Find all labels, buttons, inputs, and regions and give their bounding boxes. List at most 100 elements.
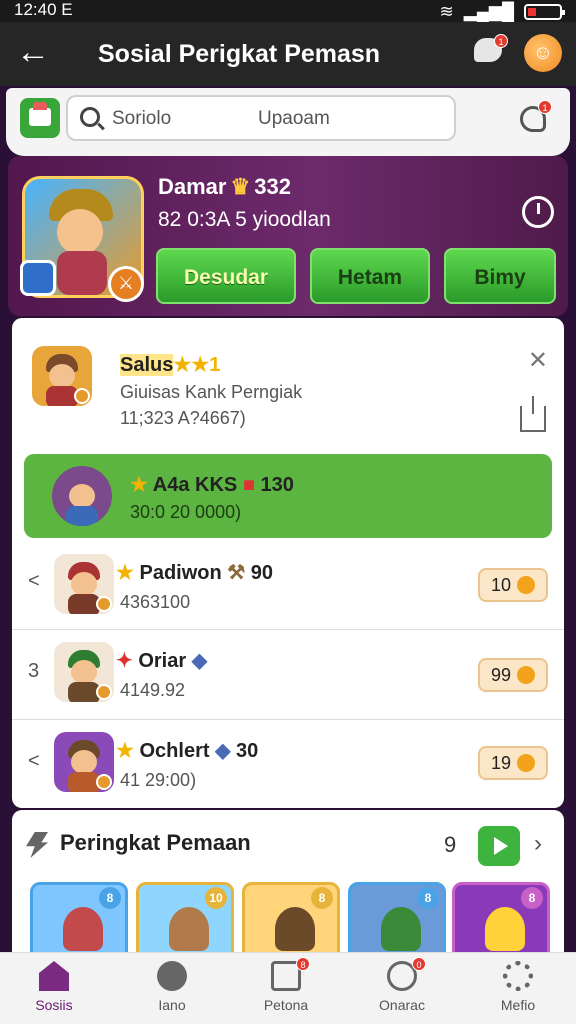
hero-face [57, 209, 103, 255]
player-avatar [54, 642, 114, 702]
tab-badge: 8 [296, 957, 310, 971]
tab-label: Petona [263, 997, 309, 1013]
list-item[interactable]: < ★ Ochlert ◆ 30 41 29:00) 19 [12, 720, 564, 808]
hero-card[interactable]: 8 [242, 882, 340, 960]
player-subtitle: 4363100 [120, 592, 191, 612]
avatar-face [71, 750, 97, 774]
player-subtitle: 4149.92 [120, 680, 186, 700]
star-icon: ★ [116, 562, 134, 584]
profile-name-row: Damar ♛ 332 [158, 174, 291, 200]
profile-card: ⚔ Damar ♛ 332 82 0:3A 5 yioodlan Desudar H… [8, 156, 568, 316]
tab-onarac[interactable]: 0 Onarac [354, 957, 450, 1013]
player-name: A4a KKS [152, 474, 238, 496]
avatar-face [49, 364, 75, 388]
player-subtitle: 41 29:00) [120, 770, 197, 790]
hero-figure [63, 907, 103, 951]
status-time: 12:40 E [14, 0, 73, 19]
tab-label: Mefio [500, 997, 536, 1013]
list-item[interactable]: 3 ✦ Oriar ◆ 4149.92 99 [12, 630, 564, 720]
star-icon: ★★1 [173, 354, 221, 376]
hero-card-badge: 8 [521, 887, 543, 909]
page-title: Sosial Perigkat Pemasn [98, 40, 381, 68]
coin-icon [517, 754, 536, 772]
hero-card-badge: 8 [99, 887, 121, 909]
avatar-body [66, 506, 98, 526]
player-avatar [54, 554, 114, 614]
crown-icon: ♛ [230, 174, 251, 199]
coin-icon [517, 576, 536, 594]
profile-name: Damar [158, 174, 227, 199]
gem-icon: ◆ [191, 650, 208, 672]
gem-icon: ◆ [215, 740, 231, 762]
hero-card-badge: 8 [417, 887, 439, 909]
player-name: Padiwon [139, 562, 222, 584]
status-icons: ≋ ▂▄▆█ [440, 2, 565, 22]
bottom-nav: Sosiis Iano 8 Petona 0 Onarac Mefio [0, 952, 576, 1024]
chat-icon [157, 961, 187, 991]
clock-icon[interactable] [522, 196, 554, 228]
tab-label: Onarac [379, 997, 425, 1013]
avatar-face [71, 660, 97, 684]
hero-body [57, 251, 107, 295]
points-pill: 10 [478, 568, 548, 602]
rank-label: < [28, 750, 40, 772]
highlighted-list-item[interactable]: ★ A4a KKS ■ 130 30:0 20 0000) [24, 454, 552, 538]
home-icon [39, 961, 69, 991]
points-value: 19 [490, 753, 512, 773]
arrow-left-icon[interactable]: ← [16, 34, 50, 70]
notification-button[interactable]: 1 [518, 100, 552, 134]
player-level: 30 [236, 740, 259, 762]
player-avatar [32, 346, 92, 406]
hero-card[interactable]: 10 [136, 882, 234, 960]
points-pill: 19 [478, 746, 548, 780]
chat-button[interactable]: 1 [474, 34, 508, 68]
search-icon [80, 107, 100, 127]
store-icon[interactable] [20, 98, 60, 138]
tab-label: Sosiis [35, 997, 73, 1013]
action-button-2[interactable]: Hetam [310, 248, 430, 304]
app-header: ← Sosial Perigkat Pemasn 1 ☺ [0, 22, 576, 86]
play-icon[interactable] [478, 826, 520, 866]
list-item[interactable]: Salus★★1 Giuisas Kank Perngiak 11;323 A?… [12, 318, 564, 446]
player-name: Oriar [138, 650, 187, 672]
points-pill: 99 [478, 658, 548, 692]
hero-figure [381, 907, 421, 951]
profile-subtitle: 82 0:3A 5 yioodlan [158, 208, 331, 231]
hero-figure [275, 907, 315, 951]
player-level: 90 [250, 562, 274, 584]
rank-label: < [28, 570, 40, 592]
hero-card[interactable]: 8 [348, 882, 446, 960]
tab-iano[interactable]: Iano [124, 961, 220, 1013]
action-button-1[interactable]: Desudar [156, 248, 296, 304]
tab-petona[interactable]: 8 Petona [238, 957, 334, 1013]
player-name-row: ★ Ochlert ◆ 30 [116, 738, 258, 763]
action-button-3[interactable]: Bimy [444, 248, 556, 304]
rank-label: 3 [28, 660, 40, 682]
tab-badge: 0 [412, 957, 426, 971]
search-placeholder-right: Upaoam [258, 108, 330, 129]
section-title: Peringkat Pemaan [60, 830, 251, 855]
player-level: 130 [260, 474, 294, 496]
close-icon[interactable]: ✕ [528, 346, 548, 375]
star-icon: ★ [130, 474, 148, 496]
signal-icon: ▂▄▆█ [463, 2, 514, 21]
hero-card[interactable]: 8 [452, 882, 550, 960]
share-icon[interactable] [520, 396, 546, 432]
card-badge-icon [20, 260, 56, 296]
tab-mefio[interactable]: Mefio [470, 961, 566, 1013]
search-input[interactable]: Soriolo Upaoam [66, 95, 456, 141]
player-avatar [52, 466, 112, 526]
points-value: 99 [490, 665, 512, 685]
settings-icon [503, 961, 533, 991]
battery-icon [524, 4, 565, 20]
chevron-right-icon[interactable]: › [534, 830, 542, 858]
hero-card-badge: 8 [311, 887, 333, 909]
hero-card[interactable]: 8 [30, 882, 128, 960]
avatar-face [69, 484, 95, 508]
emoji-avatar-icon[interactable]: ☺ [524, 34, 562, 72]
rose-icon: ✦ [116, 650, 133, 672]
hero-figure [485, 907, 525, 951]
player-name: Salus [120, 354, 174, 376]
tab-sosial[interactable]: Sosiis [6, 961, 102, 1013]
list-item[interactable]: < ★ Padiwon ⚒ 90 4363100 10 [12, 542, 564, 630]
